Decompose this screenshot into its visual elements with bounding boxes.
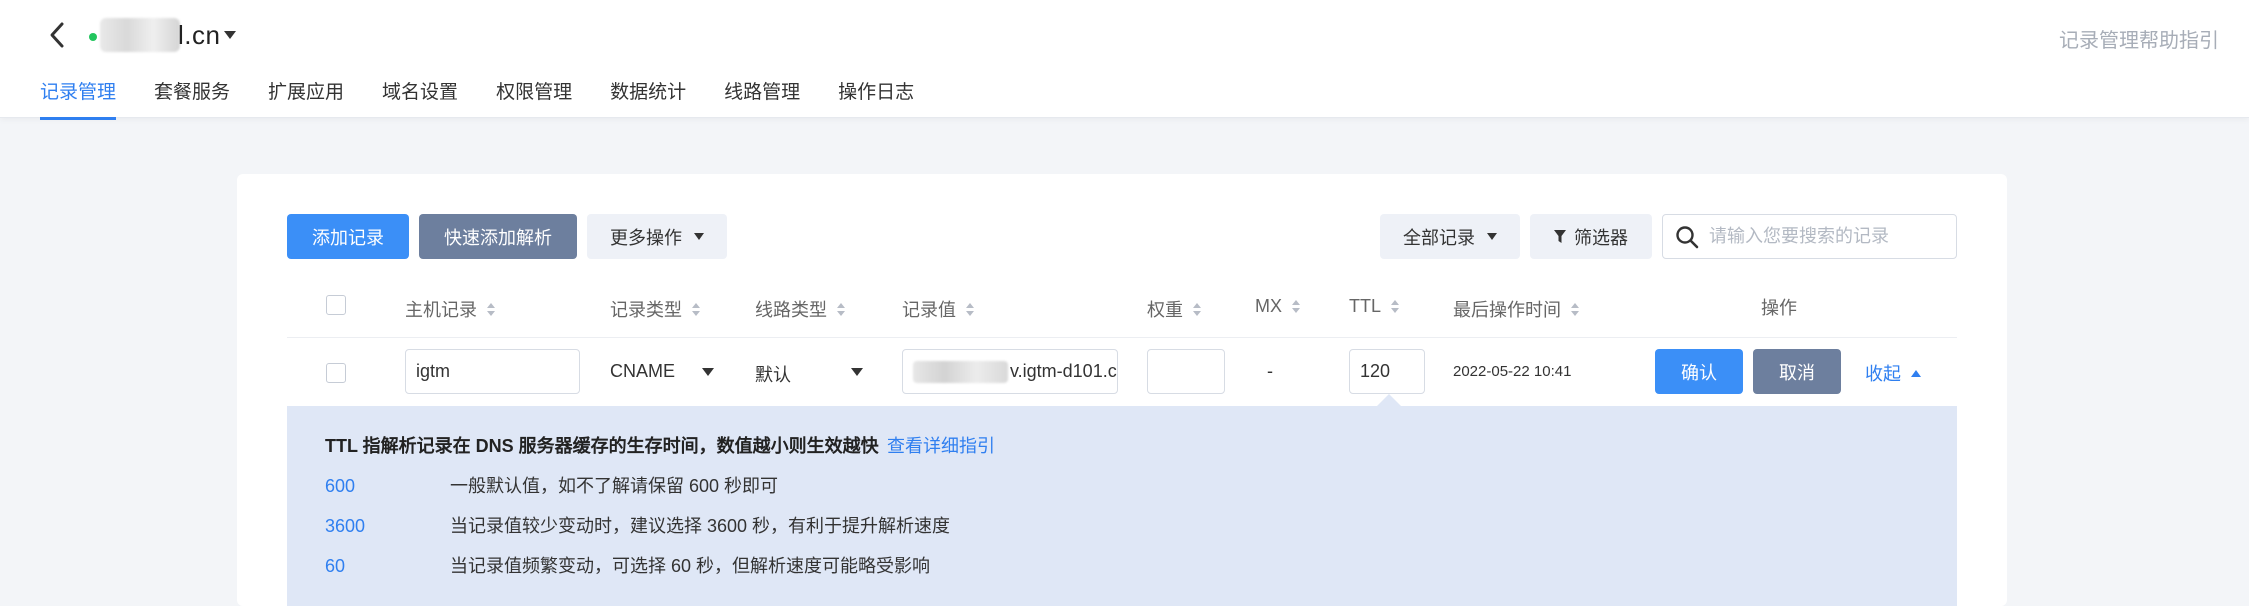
sort-icon	[966, 302, 974, 316]
column-header-host[interactable]: 主机记录	[405, 296, 495, 322]
column-header-line[interactable]: 线路类型	[755, 296, 845, 322]
chevron-down-icon[interactable]	[851, 368, 863, 376]
ttl-option-value[interactable]: 600	[325, 476, 445, 497]
chevron-down-icon[interactable]	[224, 31, 236, 39]
tab-records[interactable]: 记录管理	[40, 77, 117, 120]
tab-package[interactable]: 套餐服务	[154, 77, 230, 116]
ttl-option-value[interactable]: 3600	[325, 516, 445, 537]
column-last-op-label: 最后操作时间	[1453, 300, 1561, 320]
tip-title: TTL 指解析记录在 DNS 服务器缓存的生存时间，数值越小则生效越快	[325, 436, 879, 456]
search-input[interactable]	[1709, 226, 1949, 247]
column-ttl-label: TTL	[1349, 296, 1382, 316]
column-line-label: 线路类型	[755, 300, 827, 320]
column-type-label: 记录类型	[610, 300, 682, 320]
row-checkbox[interactable]	[326, 363, 346, 383]
chevron-down-icon[interactable]	[702, 368, 714, 376]
column-header-type[interactable]: 记录类型	[610, 296, 700, 322]
weight-input[interactable]	[1147, 349, 1225, 394]
column-value-label: 记录值	[902, 300, 956, 320]
sort-icon	[1391, 300, 1400, 313]
cancel-button[interactable]: 取消	[1753, 349, 1841, 394]
collapse-label: 收起	[1865, 364, 1901, 384]
column-header-last-op[interactable]: 最后操作时间	[1453, 296, 1579, 322]
column-header-weight[interactable]: 权重	[1147, 296, 1201, 322]
quick-add-button[interactable]: 快速添加解析	[419, 214, 577, 259]
add-record-button[interactable]: 添加记录	[287, 214, 409, 259]
sort-icon	[1193, 302, 1201, 316]
chevron-up-icon	[1911, 369, 1921, 377]
tab-extensions[interactable]: 扩展应用	[268, 77, 344, 116]
records-card: 添加记录 快速添加解析 更多操作 全部记录 筛选器 主机记录 记录类型 线路类型…	[237, 174, 2007, 606]
chevron-down-icon	[1487, 233, 1497, 240]
column-actions-label: 操作	[1761, 298, 1797, 318]
ttl-option-value[interactable]: 60	[325, 556, 445, 577]
nav-tabs: 记录管理 套餐服务 扩展应用 域名设置 权限管理 数据统计 线路管理 操作日志	[40, 77, 914, 120]
line-type-select[interactable]: 默认	[755, 361, 791, 387]
ttl-option: 60 当记录值频繁变动，可选择 60 秒，但解析速度可能略受影响	[325, 552, 930, 578]
ttl-input-value: 120	[1360, 361, 1391, 381]
sort-icon	[1292, 300, 1300, 313]
column-weight-label: 权重	[1147, 300, 1183, 320]
tab-logs[interactable]: 操作日志	[838, 77, 914, 116]
all-records-label: 全部记录	[1403, 227, 1475, 248]
record-value-redacted	[913, 360, 1008, 383]
column-header-ttl[interactable]: TTL	[1349, 296, 1400, 317]
ttl-option: 600 一般默认值，如不了解请保留 600 秒即可	[325, 472, 778, 498]
filter-icon	[1554, 229, 1566, 243]
ttl-option: 3600 当记录值较少变动时，建议选择 3600 秒，有利于提升解析速度	[325, 512, 950, 538]
mx-value: -	[1267, 361, 1273, 381]
tab-permissions[interactable]: 权限管理	[496, 77, 572, 116]
column-header-mx[interactable]: MX	[1255, 296, 1300, 317]
confirm-button[interactable]: 确认	[1655, 349, 1743, 394]
chevron-down-icon	[694, 233, 704, 240]
sort-icon	[692, 302, 700, 316]
tip-pointer	[1377, 394, 1401, 406]
column-header-actions: 操作	[1761, 294, 1797, 320]
help-link[interactable]: 记录管理帮助指引	[2059, 24, 2219, 53]
last-op-time: 2022-05-22 10:41	[1453, 363, 1572, 380]
ttl-input[interactable]: 120	[1349, 349, 1425, 394]
back-icon[interactable]	[40, 18, 74, 52]
sort-icon	[487, 302, 495, 316]
tab-statistics[interactable]: 数据统计	[610, 77, 686, 116]
top-bar: l.cn 记录管理帮助指引 记录管理 套餐服务 扩展应用 域名设置 权限管理 数…	[0, 0, 2249, 120]
sort-icon	[837, 302, 845, 316]
search-box[interactable]	[1662, 214, 1957, 259]
domain-name[interactable]: l.cn	[178, 20, 220, 51]
host-input[interactable]: igtm	[405, 349, 580, 394]
record-type-select[interactable]: CNAME	[610, 361, 675, 382]
all-records-dropdown[interactable]: 全部记录	[1380, 214, 1520, 259]
tip-detail-link[interactable]: 查看详细指引	[887, 432, 995, 458]
tab-domain-settings[interactable]: 域名设置	[382, 77, 458, 116]
sort-icon	[1571, 302, 1579, 316]
column-mx-label: MX	[1255, 296, 1282, 316]
tab-lines[interactable]: 线路管理	[724, 77, 800, 116]
more-ops-button[interactable]: 更多操作	[587, 214, 727, 259]
ttl-tip-panel: TTL 指解析记录在 DNS 服务器缓存的生存时间，数值越小则生效越快 查看详细…	[287, 406, 1957, 606]
record-value-text: v.igtm-d101.c	[1010, 361, 1117, 381]
column-header-value[interactable]: 记录值	[902, 296, 974, 322]
ttl-option-desc: 一般默认值，如不了解请保留 600 秒即可	[450, 476, 779, 496]
filter-label: 筛选器	[1574, 227, 1628, 248]
ttl-option-desc: 当记录值频繁变动，可选择 60 秒，但解析速度可能略受影响	[450, 556, 931, 576]
collapse-link[interactable]: 收起	[1865, 360, 1921, 386]
header-divider	[287, 337, 1957, 338]
select-all-checkbox[interactable]	[326, 295, 346, 315]
search-icon	[1676, 225, 1699, 248]
filter-button[interactable]: 筛选器	[1530, 214, 1652, 259]
column-host-label: 主机记录	[405, 300, 477, 320]
more-ops-label: 更多操作	[610, 227, 682, 248]
record-value-input[interactable]: v.igtm-d101.c	[902, 349, 1118, 394]
status-dot-icon	[89, 33, 97, 41]
ttl-option-desc: 当记录值较少变动时，建议选择 3600 秒，有利于提升解析速度	[450, 516, 951, 536]
domain-name-redacted	[100, 18, 180, 52]
host-input-value: igtm	[416, 361, 451, 381]
